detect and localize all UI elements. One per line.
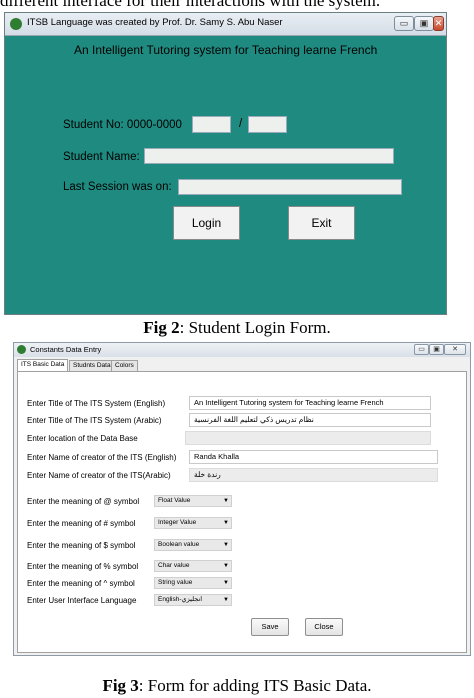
login-window-title: ITSB Language was created by Prof. Dr. S… bbox=[27, 17, 283, 28]
student-no-label: Student No: 0000-0000 bbox=[63, 119, 182, 131]
minimize-button[interactable]: ▭ bbox=[414, 344, 429, 355]
dollar-symbol-label: Enter the meaning of $ symbol bbox=[27, 541, 136, 550]
title-english-input[interactable]: An Intelligent Tutoring system for Teach… bbox=[189, 396, 431, 410]
caret-symbol-select[interactable]: String value ▼ bbox=[154, 577, 232, 589]
caption-fig2: Fig 2: Student Login Form. bbox=[0, 318, 474, 338]
hash-symbol-select[interactable]: Integer Value ▼ bbox=[154, 517, 232, 529]
student-name-label: Student Name: bbox=[63, 151, 140, 163]
caption-fig2-number: Fig 2 bbox=[143, 318, 180, 337]
maximize-button[interactable]: ▣ bbox=[414, 16, 434, 31]
title-arabic-input[interactable]: نظام تدريس ذكي لتعليم اللغة الفرنسية bbox=[189, 413, 431, 427]
caret-symbol-value: String value bbox=[158, 579, 193, 586]
chevron-down-icon: ▼ bbox=[223, 597, 229, 603]
app-icon bbox=[10, 18, 22, 30]
database-location-label: Enter location of the Data Base bbox=[27, 434, 138, 443]
app-icon bbox=[17, 345, 26, 354]
chevron-down-icon: ▼ bbox=[223, 498, 229, 504]
constants-window-titlebar: Constants Data Entry ▭ ▣ ✕ bbox=[14, 343, 470, 357]
save-button[interactable]: Save bbox=[251, 618, 289, 636]
login-heading: An Intelligent Tutoring system for Teach… bbox=[74, 43, 378, 57]
top-text: different interface for their interactio… bbox=[0, 0, 381, 10]
title-arabic-label: Enter Title of The ITS System (Arabic) bbox=[27, 416, 162, 425]
ui-language-select[interactable]: English-انجليزي ▼ bbox=[154, 594, 232, 606]
chevron-down-icon: ▼ bbox=[223, 542, 229, 548]
dollar-symbol-value: Boolean value bbox=[158, 541, 200, 548]
at-symbol-select[interactable]: Float Value ▼ bbox=[154, 495, 232, 507]
caption-fig3-text: : Form for adding ITS Basic Data. bbox=[138, 676, 372, 695]
caption-fig3-number: Fig 3 bbox=[102, 676, 139, 695]
constants-window-title: Constants Data Entry bbox=[30, 345, 102, 354]
tab-its-basic-data[interactable]: ITS Basic Data bbox=[17, 359, 69, 371]
student-no-input-2[interactable] bbox=[248, 116, 287, 133]
ui-language-label: Enter User Interface Language bbox=[27, 596, 137, 605]
last-session-label: Last Session was on: bbox=[63, 181, 172, 193]
close-button[interactable]: ✕ bbox=[433, 16, 444, 31]
student-no-separator: / bbox=[239, 118, 243, 130]
chevron-down-icon: ▼ bbox=[223, 563, 229, 569]
close-form-button[interactable]: Close bbox=[305, 618, 343, 636]
ui-language-value: English-انجليزي bbox=[158, 596, 203, 603]
login-window: ITSB Language was created by Prof. Dr. S… bbox=[4, 12, 447, 315]
creator-arabic-input[interactable]: رندة خلة bbox=[189, 468, 438, 482]
maximize-button[interactable]: ▣ bbox=[429, 344, 444, 355]
percent-symbol-select[interactable]: Char value ▼ bbox=[154, 560, 232, 572]
last-session-input[interactable] bbox=[178, 179, 402, 195]
title-english-label: Enter Title of The ITS System (English) bbox=[27, 399, 166, 408]
caption-fig3: Fig 3: Form for adding ITS Basic Data. bbox=[0, 676, 474, 696]
student-name-input[interactable] bbox=[144, 148, 394, 164]
login-window-titlebar: ITSB Language was created by Prof. Dr. S… bbox=[5, 13, 446, 36]
hash-symbol-value: Integer Value bbox=[158, 519, 197, 526]
exit-button[interactable]: Exit bbox=[288, 206, 355, 240]
at-symbol-value: Float Value bbox=[158, 497, 191, 504]
student-no-input-1[interactable] bbox=[192, 116, 231, 133]
creator-arabic-label: Enter Name of creator of the ITS(Arabic) bbox=[27, 471, 171, 480]
creator-english-input[interactable]: Randa Khalla bbox=[189, 450, 438, 464]
chevron-down-icon: ▼ bbox=[223, 520, 229, 526]
tab-students-data[interactable]: Studnts Data bbox=[69, 360, 115, 371]
percent-symbol-label: Enter the meaning of % symbol bbox=[27, 562, 139, 571]
tab-panel: Enter Title of The ITS System (English) … bbox=[17, 371, 467, 653]
tab-colors[interactable]: Colors bbox=[111, 360, 138, 371]
caret-symbol-label: Enter the meaning of ^ symbol bbox=[27, 579, 135, 588]
caption-fig2-text: : Student Login Form. bbox=[179, 318, 331, 337]
percent-symbol-value: Char value bbox=[158, 562, 190, 569]
at-symbol-label: Enter the meaning of @ symbol bbox=[27, 497, 140, 506]
hash-symbol-label: Enter the meaning of # symbol bbox=[27, 519, 136, 528]
constants-window: Constants Data Entry ▭ ▣ ✕ ITS Basic Dat… bbox=[13, 342, 471, 656]
database-location-input[interactable] bbox=[185, 431, 431, 445]
dollar-symbol-select[interactable]: Boolean value ▼ bbox=[154, 539, 232, 551]
minimize-button[interactable]: ▭ bbox=[394, 16, 414, 31]
close-button[interactable]: ✕ bbox=[444, 344, 466, 355]
chevron-down-icon: ▼ bbox=[223, 580, 229, 586]
login-button[interactable]: Login bbox=[173, 206, 240, 240]
creator-english-label: Enter Name of creator of the ITS (Englis… bbox=[27, 453, 177, 462]
